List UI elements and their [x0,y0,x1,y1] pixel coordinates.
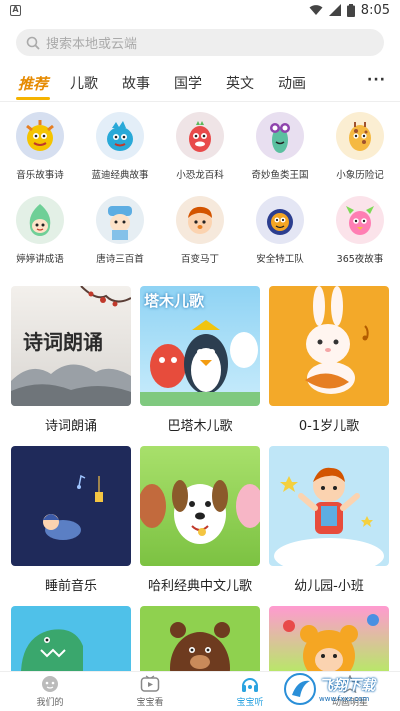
album-label: 小象历险记 [336,170,384,181]
watermark-icon [284,673,316,705]
signal-icon [328,4,341,16]
album-item[interactable]: 百变马丁 [160,190,240,274]
album-thumbnail: 诗词朗诵 [11,286,131,406]
album-thumbnail [269,286,389,406]
battery-icon [346,3,355,17]
album-item[interactable]: 小恐龙百科 [160,106,240,190]
album-label: 奇妙鱼类王国 [251,170,309,181]
album-thumbnail: 塔木儿歌 [140,286,260,406]
album-card[interactable]: 睡前音乐 [11,446,131,606]
nav-watch[interactable]: 宝宝看 [100,672,200,711]
album-thumbnail [140,446,260,566]
album-thumb-title: 诗词朗诵 [23,330,103,354]
album-card-row-partial [0,606,400,671]
album-thumbnail[interactable] [140,606,260,671]
album-card-label: 巴塔木儿歌 [167,419,233,434]
album-card[interactable]: 哈利经典中文儿歌 [140,446,260,606]
album-cover-icon [16,112,64,160]
album-label: 婷婷讲成语 [16,254,64,265]
tab-songs[interactable]: 儿歌 [70,73,98,93]
tab-stories[interactable]: 故事 [122,73,150,93]
album-card-label: 哈利经典中文儿歌 [147,579,252,594]
album-label: 百变马丁 [180,254,219,265]
watermark-text: 飞翔下载 [319,678,375,694]
album-thumbnail [269,446,389,566]
album-item[interactable]: 小象历险记 [320,106,400,190]
album-card[interactable]: 诗词朗诵 诗词朗诵 [11,286,131,446]
album-cover-icon [176,112,224,160]
album-cover-icon [16,196,64,244]
album-icon-grid: 音乐故事诗 蓝迪经典故事 小恐龙百科 奇妙鱼类王国 小象历险记 婷婷讲成语 唐诗… [0,106,400,274]
avatar-icon [42,676,58,692]
album-cover-icon [336,196,384,244]
album-card-label: 诗词朗诵 [44,419,97,434]
album-cover-icon [256,112,304,160]
album-label: 365夜故事 [336,254,384,265]
wifi-icon [309,5,323,15]
tv-icon [140,675,160,692]
album-thumbnail[interactable] [269,606,389,671]
album-cover-icon [336,112,384,160]
search-input[interactable]: 搜索本地或云端 [16,29,384,56]
album-card[interactable]: 幼儿园-小班 [269,446,389,606]
headphones-icon [242,678,258,692]
album-card[interactable]: 0-1岁儿歌 [269,286,389,446]
tab-animation[interactable]: 动画 [278,73,306,93]
notification-icon: A [10,4,21,16]
album-item[interactable]: 365夜故事 [320,190,400,274]
album-label: 唐诗三百首 [96,254,144,265]
status-time: 8:05 [360,2,390,18]
album-card-grid: 诗词朗诵 诗词朗诵 塔木儿歌 巴塔木儿歌 0-1岁儿歌 睡前音乐 哈利经典中文儿… [0,286,400,606]
album-thumbnail[interactable] [11,606,131,671]
album-card-label: 0-1岁儿歌 [298,419,360,434]
album-item[interactable]: 唐诗三百首 [80,190,160,274]
album-cover-icon [96,196,144,244]
tab-english[interactable]: 英文 [226,73,254,93]
album-item[interactable]: 婷婷讲成语 [0,190,80,274]
nav-mine[interactable]: 我们的 [0,672,100,711]
more-tabs-button[interactable]: ··· [367,72,386,88]
tab-chinese-classics[interactable]: 国学 [174,73,202,93]
tab-divider [0,101,400,102]
album-label: 小恐龙百科 [176,170,224,181]
album-label: 蓝迪经典故事 [91,170,149,181]
watermark-logo: 飞翔下载 www.fxxz.com [284,671,394,707]
album-card-label: 睡前音乐 [44,579,97,594]
category-tabs: 推荐 儿歌 故事 国学 英文 动画 [0,68,400,100]
search-icon [26,36,40,50]
album-label: 音乐故事诗 [16,170,64,181]
search-placeholder: 搜索本地或云端 [46,37,138,52]
album-thumbnail [11,446,131,566]
watermark-url: www.fxxz.com [319,695,370,703]
album-item[interactable]: 安全特工队 [240,190,320,274]
album-cover-icon [176,196,224,244]
nav-label: 宝宝听 [236,698,264,708]
album-thumb-title: 塔木儿歌 [144,292,205,310]
album-item[interactable]: 奇妙鱼类王国 [240,106,320,190]
album-item[interactable]: 蓝迪经典故事 [80,106,160,190]
tab-recommend[interactable]: 推荐 [15,73,51,100]
nav-label: 我们的 [36,698,64,708]
album-card-label: 幼儿园-小班 [294,579,364,594]
nav-label: 宝宝看 [136,698,164,708]
album-card[interactable]: 塔木儿歌 巴塔木儿歌 [140,286,260,446]
album-cover-icon [256,196,304,244]
status-bar: A 8:05 [0,0,400,20]
album-label: 安全特工队 [256,254,304,265]
album-cover-icon [96,112,144,160]
album-item[interactable]: 音乐故事诗 [0,106,80,190]
